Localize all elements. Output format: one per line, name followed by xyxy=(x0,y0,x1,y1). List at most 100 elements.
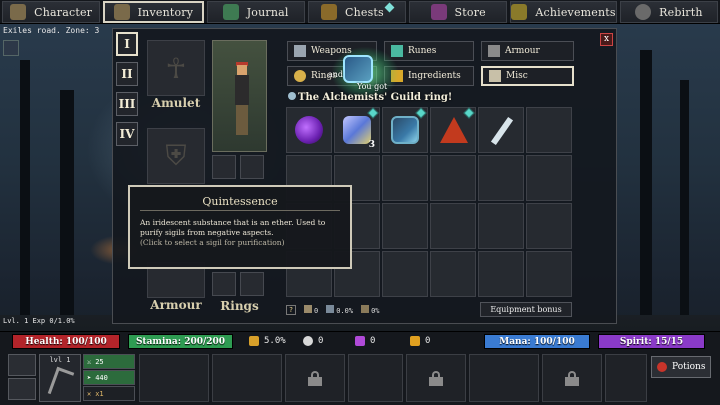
help-icon[interactable]: ? xyxy=(286,305,296,315)
backpack-icon xyxy=(113,4,130,20)
inventory-slot[interactable] xyxy=(430,203,476,249)
skill-slots xyxy=(8,354,36,402)
scroll-icon xyxy=(489,70,501,82)
spirit-bar: Spirit: 15/15 xyxy=(598,334,705,349)
inventory-slot[interactable] xyxy=(478,251,524,297)
gold-icon xyxy=(410,336,420,346)
ability-slot-locked[interactable] xyxy=(285,354,345,402)
journal-icon xyxy=(222,4,239,20)
shield-icon xyxy=(304,305,312,313)
weapon-slot[interactable]: lvl 1 xyxy=(39,354,81,402)
guild-ring-reward-icon xyxy=(343,55,373,83)
tooltip-description: purify sigils from negative aspects. xyxy=(140,228,274,237)
boot-icon xyxy=(361,305,370,313)
amulet-slot-group: ☥ Amulet xyxy=(147,40,205,110)
inventory-slot[interactable] xyxy=(286,107,332,153)
inventory-slot[interactable] xyxy=(382,107,428,153)
skill-slot[interactable] xyxy=(8,378,36,400)
resource-feather: 5.0% xyxy=(249,336,286,346)
equip-slot[interactable] xyxy=(212,155,236,179)
page-tab-4[interactable]: IV xyxy=(116,122,138,146)
inventory-slot[interactable] xyxy=(382,155,428,201)
crystal-icon xyxy=(355,336,365,346)
feather-icon xyxy=(249,336,259,346)
nav-achievements[interactable]: Achievements xyxy=(510,1,617,23)
potion-icon xyxy=(657,362,667,372)
nav-chests[interactable]: Chests xyxy=(307,1,407,23)
ability-slot[interactable] xyxy=(212,354,282,402)
tooltip-description: An iridescent substance that is an ether… xyxy=(140,218,326,227)
inventory-slot[interactable] xyxy=(478,203,524,249)
armour-slot-group: Armour xyxy=(147,262,205,312)
lock-icon xyxy=(308,371,322,386)
page-tab-3[interactable]: III xyxy=(116,92,138,116)
chest-icon xyxy=(320,4,337,20)
close-button[interactable]: x xyxy=(600,33,613,46)
bone-wand-icon xyxy=(490,116,514,146)
amulet-slot[interactable]: ☥ xyxy=(147,40,205,96)
nav-journal[interactable]: Journal xyxy=(206,1,305,23)
inventory-slot[interactable] xyxy=(478,155,524,201)
ability-slot[interactable] xyxy=(348,354,403,402)
dodge-icon xyxy=(326,305,335,313)
equip-slot[interactable] xyxy=(240,155,264,179)
inventory-slot[interactable] xyxy=(526,203,572,249)
inventory-slot[interactable] xyxy=(526,251,572,297)
page-tab-1[interactable]: I xyxy=(116,32,138,56)
tooltip-hint: (Click to select a sigil for purificatio… xyxy=(140,238,285,247)
inventory-slot[interactable] xyxy=(526,155,572,201)
sword-icon xyxy=(294,45,306,57)
tree-silhouette xyxy=(640,50,652,330)
weapon-stats: ⚔ 25 ➤ 440 ✕ x1 xyxy=(83,354,135,402)
weapon-level: lvl 1 xyxy=(49,356,71,364)
inventory-slot[interactable] xyxy=(430,155,476,201)
ability-slot[interactable] xyxy=(605,354,647,402)
nav-rebirth[interactable]: Rebirth xyxy=(619,1,719,23)
inventory-slot[interactable]: 3 xyxy=(334,107,380,153)
top-nav: Character Inventory Journal Chests Store… xyxy=(0,0,720,24)
nav-store[interactable]: Store xyxy=(409,1,508,23)
info-icon xyxy=(288,92,296,100)
item-quantity: 3 xyxy=(368,140,375,150)
inventory-slot[interactable] xyxy=(430,251,476,297)
zone-label: Exiles road. Zone: 3 xyxy=(3,26,100,35)
inventory-slot[interactable] xyxy=(526,107,572,153)
inventory-slot[interactable] xyxy=(478,107,524,153)
inventory-page-tabs: I II III IV xyxy=(116,32,138,146)
helmet-slot-group: ⛨ xyxy=(147,128,205,184)
amulet-silhouette-icon: ☥ xyxy=(165,51,187,85)
page-tab-2[interactable]: II xyxy=(116,62,138,86)
reward-message: The Alchemists' Guild ring! xyxy=(288,92,452,103)
new-badge-icon xyxy=(384,2,395,12)
ring-slot[interactable] xyxy=(240,272,264,296)
ability-slot[interactable] xyxy=(469,354,539,402)
ability-slot-locked[interactable] xyxy=(406,354,466,402)
nav-character[interactable]: Character xyxy=(2,1,101,23)
inventory-slot[interactable] xyxy=(382,251,428,297)
potions-button[interactable]: Potions xyxy=(651,356,711,378)
inventory-slot[interactable] xyxy=(382,203,428,249)
inventory-slot[interactable] xyxy=(430,107,476,153)
tree-silhouette xyxy=(680,80,689,330)
pickaxe-icon xyxy=(47,366,75,400)
lock-icon xyxy=(565,371,579,386)
weapon-stat-multiplier: ✕ x1 xyxy=(83,386,135,401)
map-icon[interactable] xyxy=(3,40,19,56)
ring-slot[interactable] xyxy=(212,272,236,296)
equipment-bonus-button[interactable]: Equipment bonus xyxy=(480,302,572,317)
ability-slot-locked[interactable] xyxy=(542,354,602,402)
store-icon xyxy=(430,4,447,20)
purple-orb-icon xyxy=(295,116,323,144)
character-portrait xyxy=(212,40,267,152)
helmet-slot[interactable]: ⛨ xyxy=(147,128,205,184)
health-bar: Health: 100/100 xyxy=(12,334,120,349)
level-exp-label: Lvl. 1 Exp 0/1.0% xyxy=(3,317,75,325)
skill-slot[interactable] xyxy=(8,354,36,376)
nav-inventory[interactable]: Inventory xyxy=(103,1,204,23)
category-armour[interactable]: Armour xyxy=(481,41,574,61)
resource-crystal: 0 xyxy=(355,336,375,346)
rings-label: Rings xyxy=(220,299,259,313)
ability-slot[interactable] xyxy=(139,354,209,402)
category-misc[interactable]: Misc xyxy=(481,66,574,86)
resource-gold: 0 xyxy=(410,336,430,346)
